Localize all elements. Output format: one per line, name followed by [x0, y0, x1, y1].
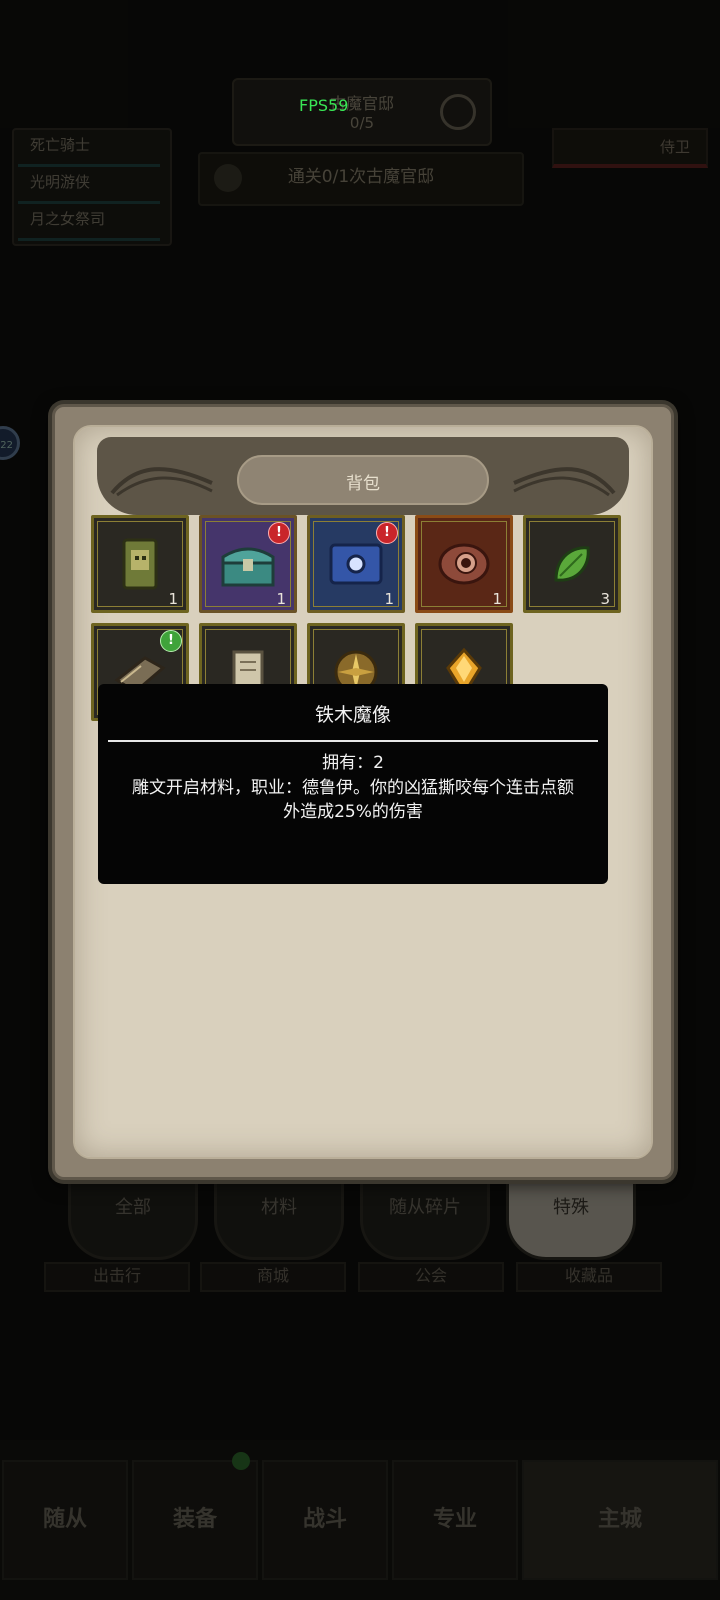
guard-label[interactable]: 侍卫	[552, 128, 708, 168]
dungeon-quest-panel[interactable]: 古魔官邸 0/5	[232, 78, 492, 146]
alert-badge-icon: !	[268, 522, 290, 544]
role-list: 死亡骑士 光明游侠 月之女祭司	[12, 128, 172, 246]
backpack-header: 背包	[97, 437, 629, 515]
inventory-slot[interactable]: 1	[415, 515, 513, 613]
caption-collection[interactable]: 收藏品	[516, 1262, 662, 1292]
item-count: 1	[492, 590, 502, 608]
inventory-slot[interactable]: ! 1	[307, 515, 405, 613]
eye-icon	[438, 543, 490, 585]
dialog-title: 背包	[346, 474, 380, 494]
item-count: 1	[276, 590, 286, 608]
role-item[interactable]: 死亡骑士	[18, 130, 160, 167]
item-count: 1	[168, 590, 178, 608]
pass-text: 通关0/1次古魔官邸	[287, 167, 435, 187]
tooltip-divider	[108, 740, 598, 742]
item-count: 1	[384, 590, 394, 608]
nav-main-city[interactable]: 主城	[522, 1460, 718, 1580]
nav-equipment[interactable]: 装备	[132, 1460, 258, 1580]
caption-expedition[interactable]: 出击行	[44, 1262, 190, 1292]
inventory-slot[interactable]: 1	[91, 515, 189, 613]
item-tooltip: 铁木魔像 拥有：2 雕文开启材料，职业：德鲁伊。你的凶猛撕咬每个连击点额外造成2…	[98, 684, 608, 884]
inventory-slot[interactable]: 3	[523, 515, 621, 613]
role-item[interactable]: 月之女祭司	[18, 204, 160, 241]
refresh-icon[interactable]	[440, 94, 476, 130]
nav-battle[interactable]: 战斗	[262, 1460, 388, 1580]
alert-badge-icon: !	[376, 522, 398, 544]
caption-guild[interactable]: 公会	[358, 1262, 504, 1292]
nav-followers[interactable]: 随从	[2, 1460, 128, 1580]
nav-profession[interactable]: 专业	[392, 1460, 518, 1580]
pass-progress-bar: 通关0/1次古魔官邸	[198, 152, 524, 206]
chest-icon	[221, 547, 275, 587]
quest-marker-icon	[214, 164, 242, 192]
statue-icon	[122, 538, 158, 590]
alert-badge-icon: !	[160, 630, 182, 652]
tooltip-owned-count: 拥有：2	[322, 753, 384, 773]
tooltip-description: 雕文开启材料，职业：德鲁伊。你的凶猛撕咬每个连击点额外造成25%的伤害	[132, 778, 574, 822]
inventory-slot[interactable]: ! 1	[199, 515, 297, 613]
item-count: 3	[600, 590, 610, 608]
notification-dot-icon	[232, 1452, 250, 1470]
fps-counter: FPS59	[299, 96, 349, 115]
caption-shop[interactable]: 商城	[200, 1262, 346, 1292]
blue-chest-icon	[329, 543, 383, 585]
role-item[interactable]: 光明游侠	[18, 167, 160, 204]
bottom-navigation: 随从 装备 战斗 专业 主城	[0, 1440, 720, 1600]
tooltip-title: 铁木魔像	[314, 704, 391, 726]
leaf-icon	[554, 546, 590, 582]
